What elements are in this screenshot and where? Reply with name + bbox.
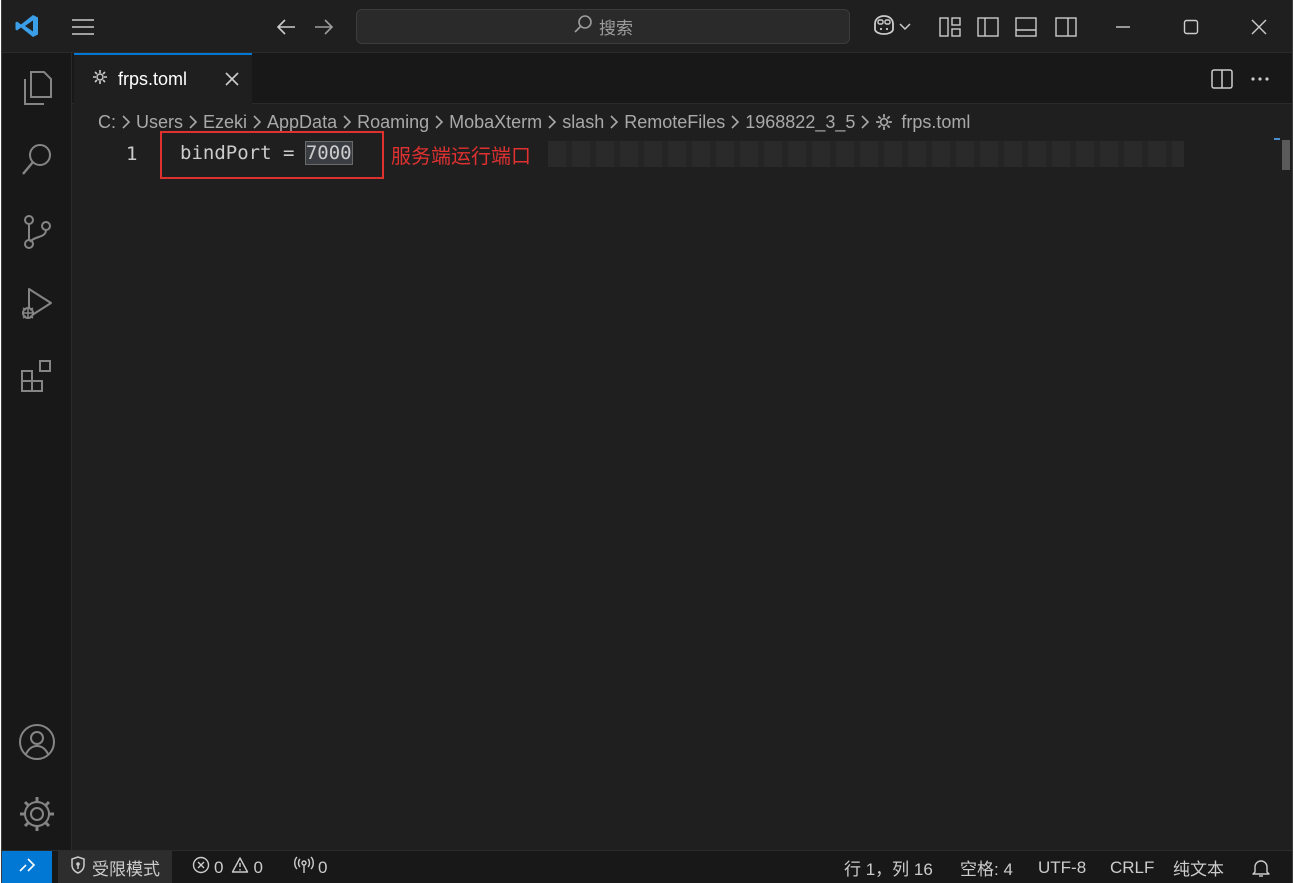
code-line[interactable]: bindPort = 7000 <box>180 141 353 165</box>
gear-icon <box>875 113 893 131</box>
close-window-icon[interactable] <box>1236 12 1282 42</box>
chevron-right-icon <box>547 115 557 129</box>
breadcrumb-item[interactable]: slash <box>562 112 604 133</box>
remote-indicator-button[interactable] <box>2 851 52 883</box>
vscode-window: 搜索 frps.toml C: Users Ezeki AppData Roam… <box>1 0 1293 883</box>
ports-count: 0 <box>318 857 328 877</box>
explorer-icon[interactable] <box>16 67 58 109</box>
close-tab-icon[interactable] <box>220 67 244 91</box>
chevron-down-icon <box>899 18 911 36</box>
breadcrumb-item[interactable]: Ezeki <box>203 112 247 133</box>
toggle-panel-icon[interactable] <box>1012 13 1040 41</box>
copilot-button[interactable] <box>864 12 918 42</box>
vscode-logo-icon <box>12 11 42 41</box>
minimap-highlight <box>548 141 1184 167</box>
split-editor-icon[interactable] <box>1208 65 1236 93</box>
annotation-text: 服务端运行端口 <box>391 144 531 168</box>
shield-icon <box>70 856 86 879</box>
chevron-right-icon <box>342 115 352 129</box>
problems-button[interactable]: 0 0 <box>192 851 263 883</box>
tab-frps-toml[interactable]: frps.toml <box>74 53 252 104</box>
restricted-mode-label: 受限模式 <box>92 860 160 879</box>
breadcrumb-file[interactable]: frps.toml <box>901 112 970 133</box>
search-label: 搜索 <box>599 19 633 38</box>
maximize-icon[interactable] <box>1168 12 1214 42</box>
notifications-bell-icon[interactable] <box>1252 851 1270 883</box>
ports-button[interactable]: 0 <box>294 851 327 883</box>
source-control-icon[interactable] <box>16 211 58 253</box>
back-arrow-icon[interactable] <box>270 12 302 42</box>
vertical-scrollbar[interactable] <box>1282 140 1290 170</box>
run-debug-icon[interactable] <box>16 283 58 325</box>
cursor-position[interactable]: 行 1，列 16 <box>844 851 933 883</box>
settings-gear-icon[interactable] <box>16 793 58 835</box>
code-key: bindPort = <box>180 142 306 164</box>
search-icon <box>573 14 593 39</box>
restricted-mode-button[interactable]: 受限模式 <box>58 851 172 883</box>
copilot-icon <box>871 14 897 41</box>
overview-ruler-marker <box>1274 138 1280 140</box>
remote-icon <box>18 857 36 878</box>
toggle-secondary-sidebar-icon[interactable] <box>1052 13 1080 41</box>
customize-layout-icon[interactable] <box>936 13 964 41</box>
accounts-icon[interactable] <box>16 721 58 763</box>
language-mode[interactable]: 纯文本 <box>1173 851 1224 883</box>
broadcast-icon <box>294 856 314 879</box>
breadcrumb-item[interactable]: Roaming <box>357 112 429 133</box>
code-editor[interactable]: 1 bindPort = 7000 服务端运行端口 <box>72 131 1292 850</box>
breadcrumb-item[interactable]: AppData <box>267 112 337 133</box>
code-value: 7000 <box>304 141 353 165</box>
breadcrumb-item[interactable]: 1968822_3_5 <box>745 112 855 133</box>
indentation-setting[interactable]: 空格: 4 <box>960 851 1013 883</box>
search-view-icon[interactable] <box>16 139 58 181</box>
eol-setting[interactable]: CRLF <box>1110 851 1154 883</box>
toggle-primary-sidebar-icon[interactable] <box>974 13 1002 41</box>
tab-label: frps.toml <box>118 69 188 89</box>
warning-icon <box>231 856 249 879</box>
chevron-right-icon <box>609 115 619 129</box>
chevron-right-icon <box>121 115 131 129</box>
breadcrumb-item[interactable]: MobaXterm <box>449 112 542 133</box>
menu-icon[interactable] <box>66 12 100 42</box>
chevron-right-icon <box>188 115 198 129</box>
more-actions-icon[interactable] <box>1246 65 1274 93</box>
extensions-icon[interactable] <box>16 355 58 397</box>
encoding-setting[interactable]: UTF-8 <box>1038 851 1086 883</box>
error-count: 0 <box>214 857 224 877</box>
minimize-icon[interactable] <box>1100 12 1146 42</box>
chevron-right-icon <box>252 115 262 129</box>
warning-count: 0 <box>253 857 263 877</box>
command-search-box[interactable]: 搜索 <box>356 9 850 44</box>
title-bar: 搜索 <box>2 0 1292 53</box>
breadcrumb-item[interactable]: C: <box>98 112 116 133</box>
gear-icon <box>92 69 108 90</box>
editor-tabs: frps.toml <box>72 53 1292 104</box>
breadcrumb-item[interactable]: Users <box>136 112 183 133</box>
status-bar: 受限模式 0 0 0 行 1，列 16 空格: 4 UTF-8 CRLF 纯文本 <box>2 850 1292 883</box>
error-icon <box>192 856 210 879</box>
breadcrumb-item[interactable]: RemoteFiles <box>624 112 725 133</box>
chevron-right-icon <box>730 115 740 129</box>
line-number: 1 <box>126 143 138 165</box>
activity-bar <box>2 53 72 850</box>
chevron-right-icon <box>860 115 870 129</box>
chevron-right-icon <box>434 115 444 129</box>
forward-arrow-icon[interactable] <box>308 12 340 42</box>
